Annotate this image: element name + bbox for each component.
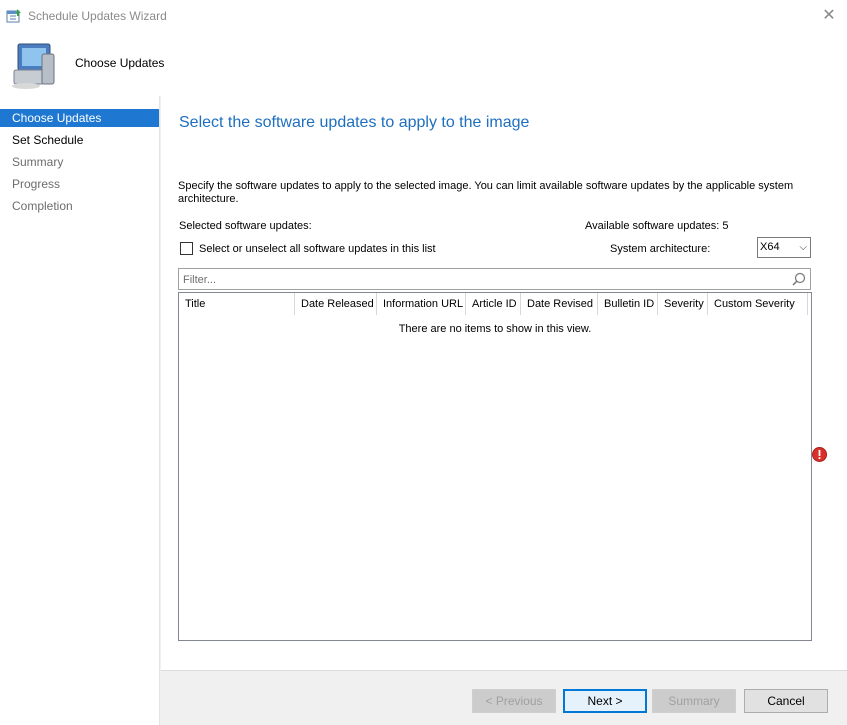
computer-icon [12,43,55,89]
wizard-calendar-icon [6,9,21,23]
previous-button[interactable]: < Previous [472,689,556,713]
column-article-id[interactable]: Article ID [466,293,521,315]
page-description: Specify the software updates to apply to… [178,180,794,205]
system-architecture-select[interactable]: X64 ⌵ [757,237,811,258]
empty-message: There are no items to show in this view. [398,323,592,335]
system-architecture-value: X64 [760,241,780,253]
grid-header: Title Date Released Information URL Arti… [179,293,811,315]
step-progress: Progress [12,177,61,191]
page-title: Select the software updates to apply to … [179,114,530,131]
available-updates-label: Available software updates: 5 [585,220,729,232]
updates-grid[interactable]: Title Date Released Information URL Arti… [178,292,812,641]
step-completion: Completion [12,199,73,213]
column-severity[interactable]: Severity [658,293,708,315]
system-architecture-label: System architecture: [610,243,711,255]
window-title: Schedule Updates Wizard [28,9,167,23]
select-all-checkbox[interactable] [180,242,193,255]
step-set-schedule[interactable]: Set Schedule [0,131,159,153]
step-summary: Summary [12,155,64,169]
step-choose-updates[interactable]: Choose Updates [0,109,159,127]
selected-updates-label: Selected software updates: [179,220,312,232]
column-date-released[interactable]: Date Released [295,293,377,315]
column-custom-severity[interactable]: Custom Severity [708,293,808,315]
cancel-button[interactable]: Cancel [744,689,828,713]
column-title[interactable]: Title [179,293,295,315]
column-information-url[interactable]: Information URL [377,293,466,315]
header-page-name: Choose Updates [75,56,165,70]
wizard-steps: Choose Updates Set Schedule Summary Prog… [0,96,160,725]
wizard-header: Choose Updates [0,32,847,96]
summary-button[interactable]: Summary [652,689,736,713]
error-icon [812,447,827,462]
close-icon[interactable]: ✕ [817,4,841,28]
column-bulletin-id[interactable]: Bulletin ID [598,293,658,315]
title-bar: Schedule Updates Wizard ✕ [0,0,847,32]
filter-input[interactable]: Filter... [178,268,811,290]
filter-placeholder: Filter... [183,274,217,286]
select-all-label[interactable]: Select or unselect all software updates … [199,243,436,255]
chevron-down-icon: ⌵ [799,242,807,253]
next-button[interactable]: Next > [563,689,647,713]
main-panel: Select the software updates to apply to … [161,96,847,670]
column-date-revised[interactable]: Date Revised [521,293,598,315]
search-icon[interactable] [792,272,806,286]
